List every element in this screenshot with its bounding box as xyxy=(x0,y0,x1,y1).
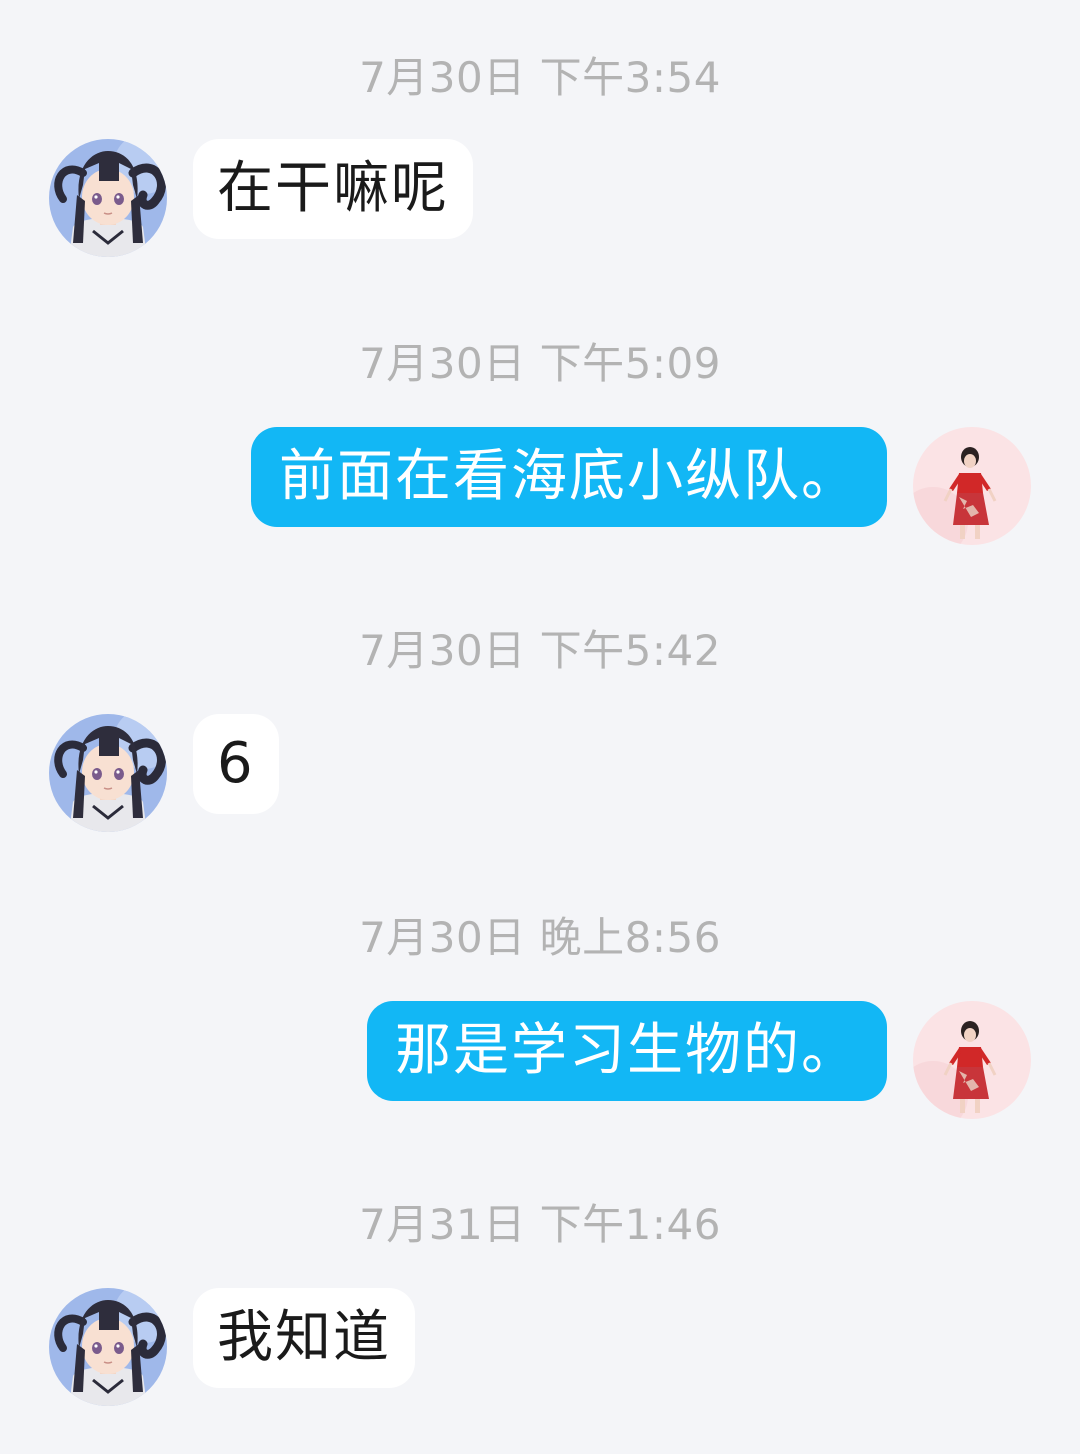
incoming-message-bubble[interactable]: 我知道 xyxy=(193,1288,415,1388)
incoming-message-bubble[interactable]: 在干嘛呢 xyxy=(193,139,473,239)
anime-girl-avatar-icon xyxy=(49,139,167,257)
red-dress-girl-avatar-icon xyxy=(913,1001,1031,1119)
anime-girl-avatar-icon xyxy=(49,714,167,832)
anime-girl-avatar-icon xyxy=(49,1288,167,1406)
message-timestamp: 7月30日 晚上8:56 xyxy=(359,913,721,962)
message-timestamp: 7月30日 下午3:54 xyxy=(359,53,721,102)
outgoing-message-bubble[interactable]: 那是学习生物的。 xyxy=(367,1001,887,1101)
contact-avatar[interactable] xyxy=(49,1288,167,1406)
own-avatar[interactable] xyxy=(913,427,1031,545)
red-dress-girl-avatar-icon xyxy=(913,427,1031,545)
contact-avatar[interactable] xyxy=(49,714,167,832)
message-timestamp: 7月31日 下午1:46 xyxy=(359,1200,721,1249)
own-avatar[interactable] xyxy=(913,1001,1031,1119)
outgoing-message-bubble[interactable]: 前面在看海底小纵队。 xyxy=(251,427,887,527)
incoming-message-bubble[interactable]: 6 xyxy=(193,714,279,814)
message-timestamp: 7月30日 下午5:42 xyxy=(359,626,721,675)
message-timestamp: 7月30日 下午5:09 xyxy=(359,339,721,388)
contact-avatar[interactable] xyxy=(49,139,167,257)
chat-message-list[interactable]: 7月30日 下午3:54 在干嘛呢 7月30日 下午5:09 前面在看海底小纵队… xyxy=(0,0,1080,1454)
